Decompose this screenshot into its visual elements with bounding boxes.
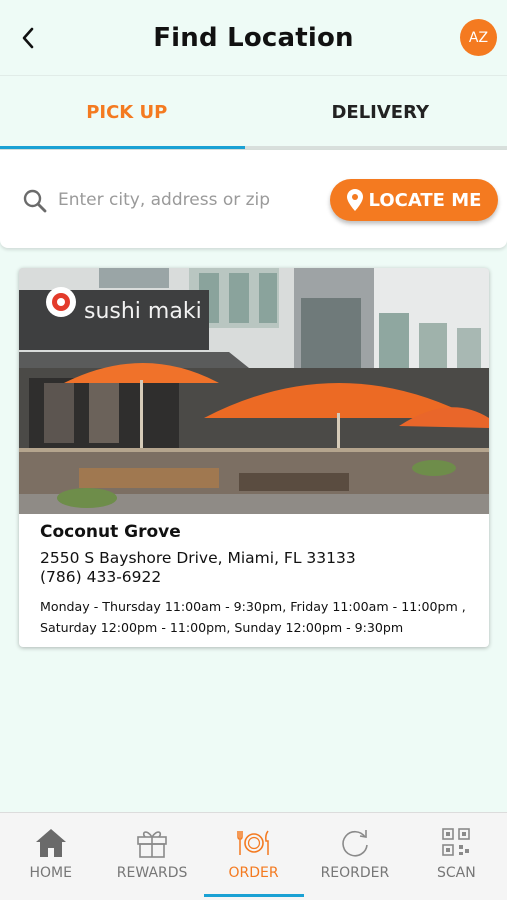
nav-label-order: ORDER xyxy=(228,865,279,881)
tab-bar: PICK UP DELIVERY xyxy=(0,75,507,149)
search-icon xyxy=(23,189,47,213)
tab-pick-up[interactable]: PICK UP xyxy=(0,76,254,149)
store-phone[interactable]: (786) 433-6922 xyxy=(40,568,475,586)
storefront-photo: sushi maki xyxy=(19,268,489,514)
nav-scan[interactable]: SCAN xyxy=(406,813,507,900)
avatar[interactable]: AZ xyxy=(460,19,497,56)
store-address: 2550 S Bayshore Drive, Miami, FL 33133 xyxy=(40,549,356,567)
location-details: Coconut Grove 2550 S Bayshore Drive, Mia… xyxy=(40,522,475,638)
back-button[interactable] xyxy=(14,22,42,54)
bottom-nav: HOME REWARDS ORDER REORDER SCAN xyxy=(0,812,507,900)
page-title: Find Location xyxy=(153,22,354,53)
search-bar: LOCATE ME xyxy=(0,150,507,248)
store-hours: Monday - Thursday 11:00am - 9:30pm, Frid… xyxy=(40,599,466,635)
map-pin-icon xyxy=(346,189,363,211)
chevron-left-icon xyxy=(22,27,34,49)
locate-me-label: LOCATE ME xyxy=(368,189,482,211)
refresh-icon xyxy=(342,830,368,857)
search-input[interactable] xyxy=(58,183,318,217)
storefront-sign-text: sushi maki xyxy=(84,299,202,324)
nav-rewards[interactable]: REWARDS xyxy=(101,813,202,900)
nav-active-indicator xyxy=(204,894,304,897)
nav-order[interactable]: ORDER xyxy=(203,813,304,900)
nav-home[interactable]: HOME xyxy=(0,813,101,900)
nav-reorder[interactable]: REORDER xyxy=(304,813,405,900)
nav-label-reorder: REORDER xyxy=(320,865,390,881)
header: Find Location AZ xyxy=(0,0,507,75)
location-card[interactable]: sushi maki Coconut Grove 2550 S Bayshore… xyxy=(19,268,489,647)
store-name: Coconut Grove xyxy=(40,522,181,542)
nav-label-rewards: REWARDS xyxy=(116,865,188,881)
home-icon xyxy=(35,829,66,857)
qr-icon xyxy=(442,828,471,856)
tab-delivery[interactable]: DELIVERY xyxy=(254,76,507,149)
nav-label-home: HOME xyxy=(29,865,72,881)
locate-me-button[interactable]: LOCATE ME xyxy=(330,179,498,221)
nav-label-scan: SCAN xyxy=(436,865,476,881)
gift-icon xyxy=(137,831,167,858)
utensils-icon xyxy=(236,830,269,855)
tab-active-indicator xyxy=(0,146,245,149)
